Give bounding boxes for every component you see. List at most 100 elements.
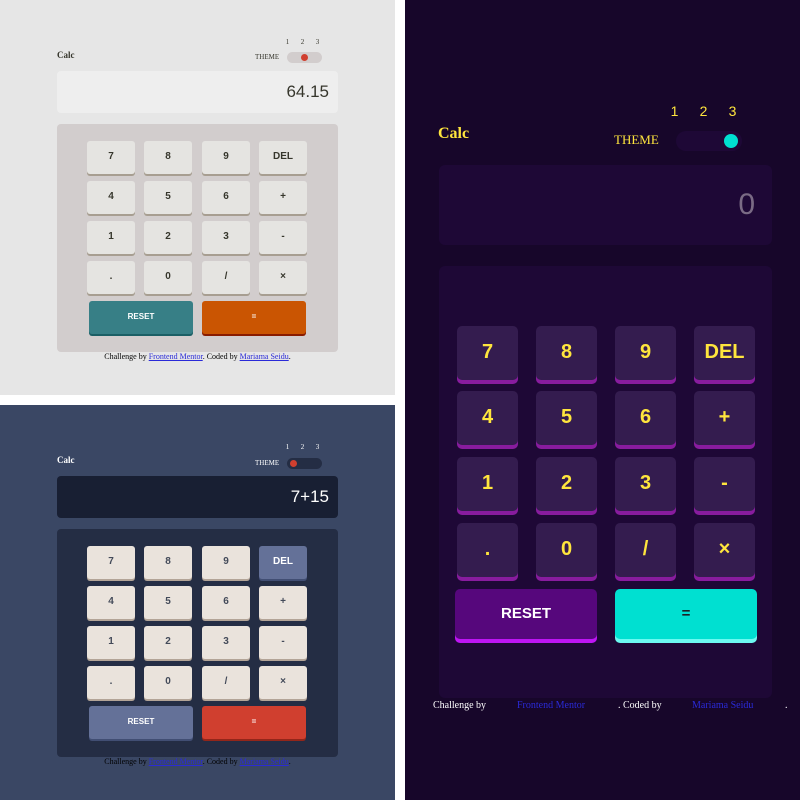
key-0[interactable]: 0 [536, 523, 597, 577]
decimal-button[interactable]: . [87, 261, 135, 294]
key-5[interactable]: 5 [144, 181, 192, 214]
delete-button[interactable]: DEL [259, 546, 307, 579]
multiply-button[interactable]: × [259, 261, 307, 294]
app-title: Calc [57, 455, 75, 465]
app-title: Calc [438, 125, 470, 142]
theme-number-1: 1 [670, 103, 679, 119]
theme-number-3: 3 [315, 443, 320, 451]
theme-toggle[interactable] [287, 458, 322, 469]
attribution: Challenge by Frontend Mentor. Coded by M… [57, 352, 338, 361]
credit-suffix: . [288, 352, 291, 361]
plus-button[interactable]: + [259, 586, 307, 619]
keypad: 7 8 9 DEL 4 5 6 + 1 2 3 - . 0 / × RESET … [57, 124, 338, 352]
theme-label: THEME [614, 132, 659, 147]
plus-button[interactable]: + [694, 391, 755, 445]
key-9[interactable]: 9 [615, 326, 676, 380]
attribution: Challenge by Frontend Mentor. Coded by M… [57, 757, 338, 766]
credit-suffix: . [785, 700, 788, 711]
theme-toggle[interactable] [287, 52, 322, 63]
display-screen: 64.15 [57, 71, 338, 113]
theme-label: THEME [255, 459, 280, 467]
theme-toggle[interactable] [676, 131, 742, 151]
decimal-button[interactable]: . [87, 666, 135, 699]
multiply-button[interactable]: × [694, 523, 755, 577]
theme-toggle-knob [301, 54, 308, 61]
key-6[interactable]: 6 [615, 391, 676, 445]
key-4[interactable]: 4 [87, 586, 135, 619]
key-2[interactable]: 2 [144, 221, 192, 254]
credit-prefix: Challenge by [433, 700, 487, 711]
theme-number-2: 2 [300, 38, 305, 46]
minus-button[interactable]: - [259, 221, 307, 254]
key-9[interactable]: 9 [202, 546, 250, 579]
key-7[interactable]: 7 [457, 326, 518, 380]
key-6[interactable]: 6 [202, 586, 250, 619]
calculator-light-theme: Calc 1 2 3 THEME 64.15 7 8 9 DEL 4 5 6 +… [0, 0, 395, 395]
divide-button[interactable]: / [615, 523, 676, 577]
key-7[interactable]: 7 [87, 546, 135, 579]
divide-button[interactable]: / [202, 666, 250, 699]
minus-button[interactable]: - [694, 457, 755, 511]
credit-middle: . Coded by [202, 352, 238, 361]
theme-number-3: 3 [728, 103, 737, 119]
theme-numbers: 1 2 3 [280, 443, 325, 451]
key-1[interactable]: 1 [87, 626, 135, 659]
theme-number-2: 2 [300, 443, 305, 451]
frontend-mentor-link[interactable]: Frontend Mentor [149, 352, 203, 361]
reset-button[interactable]: RESET [89, 301, 193, 334]
plus-button[interactable]: + [259, 181, 307, 214]
credit-middle: . Coded by [618, 700, 662, 711]
equals-button[interactable]: = [202, 706, 306, 739]
reset-button[interactable]: RESET [89, 706, 193, 739]
credit-prefix: Challenge by [104, 352, 147, 361]
key-4[interactable]: 4 [457, 391, 518, 445]
key-1[interactable]: 1 [87, 221, 135, 254]
key-1[interactable]: 1 [457, 457, 518, 511]
key-0[interactable]: 0 [144, 666, 192, 699]
keypad: 7 8 9 DEL 4 5 6 + 1 2 3 - . 0 / × RESET … [57, 529, 338, 757]
theme-toggle-knob [724, 134, 738, 148]
delete-button[interactable]: DEL [694, 326, 755, 380]
credit-prefix: Challenge by [104, 757, 147, 766]
theme-toggle-knob [290, 460, 297, 467]
decimal-button[interactable]: . [457, 523, 518, 577]
credit-middle: . Coded by [202, 757, 238, 766]
key-6[interactable]: 6 [202, 181, 250, 214]
key-4[interactable]: 4 [87, 181, 135, 214]
delete-button[interactable]: DEL [259, 141, 307, 174]
key-2[interactable]: 2 [536, 457, 597, 511]
author-link[interactable]: Mariama Seidu [692, 700, 753, 711]
theme-label: THEME [255, 53, 280, 61]
equals-button[interactable]: = [202, 301, 306, 334]
theme-numbers: 1 2 3 [660, 103, 747, 119]
theme-numbers: 1 2 3 [280, 38, 325, 46]
key-5[interactable]: 5 [144, 586, 192, 619]
frontend-mentor-link[interactable]: Frontend Mentor [517, 700, 585, 711]
credit-suffix: . [288, 757, 291, 766]
multiply-button[interactable]: × [259, 666, 307, 699]
key-5[interactable]: 5 [536, 391, 597, 445]
key-3[interactable]: 3 [202, 626, 250, 659]
app-title: Calc [57, 50, 75, 60]
reset-button[interactable]: RESET [455, 589, 597, 639]
divide-button[interactable]: / [202, 261, 250, 294]
keypad: 7 8 9 DEL 4 5 6 + 1 2 3 - . 0 / × RESET … [439, 266, 772, 698]
frontend-mentor-link[interactable]: Frontend Mentor [149, 757, 203, 766]
minus-button[interactable]: - [259, 626, 307, 659]
key-2[interactable]: 2 [144, 626, 192, 659]
display-screen: 7+15 [57, 476, 338, 518]
key-0[interactable]: 0 [144, 261, 192, 294]
author-link[interactable]: Mariama Seidu [240, 757, 289, 766]
display-screen: 0 [439, 165, 772, 245]
key-8[interactable]: 8 [144, 546, 192, 579]
equals-button[interactable]: = [615, 589, 757, 639]
key-3[interactable]: 3 [615, 457, 676, 511]
key-8[interactable]: 8 [144, 141, 192, 174]
key-7[interactable]: 7 [87, 141, 135, 174]
calculator-violet-theme: Calc 1 2 3 THEME 0 7 8 9 DEL 4 5 6 + 1 2… [405, 0, 800, 800]
key-3[interactable]: 3 [202, 221, 250, 254]
key-9[interactable]: 9 [202, 141, 250, 174]
key-8[interactable]: 8 [536, 326, 597, 380]
author-link[interactable]: Mariama Seidu [240, 352, 289, 361]
theme-number-1: 1 [285, 443, 290, 451]
